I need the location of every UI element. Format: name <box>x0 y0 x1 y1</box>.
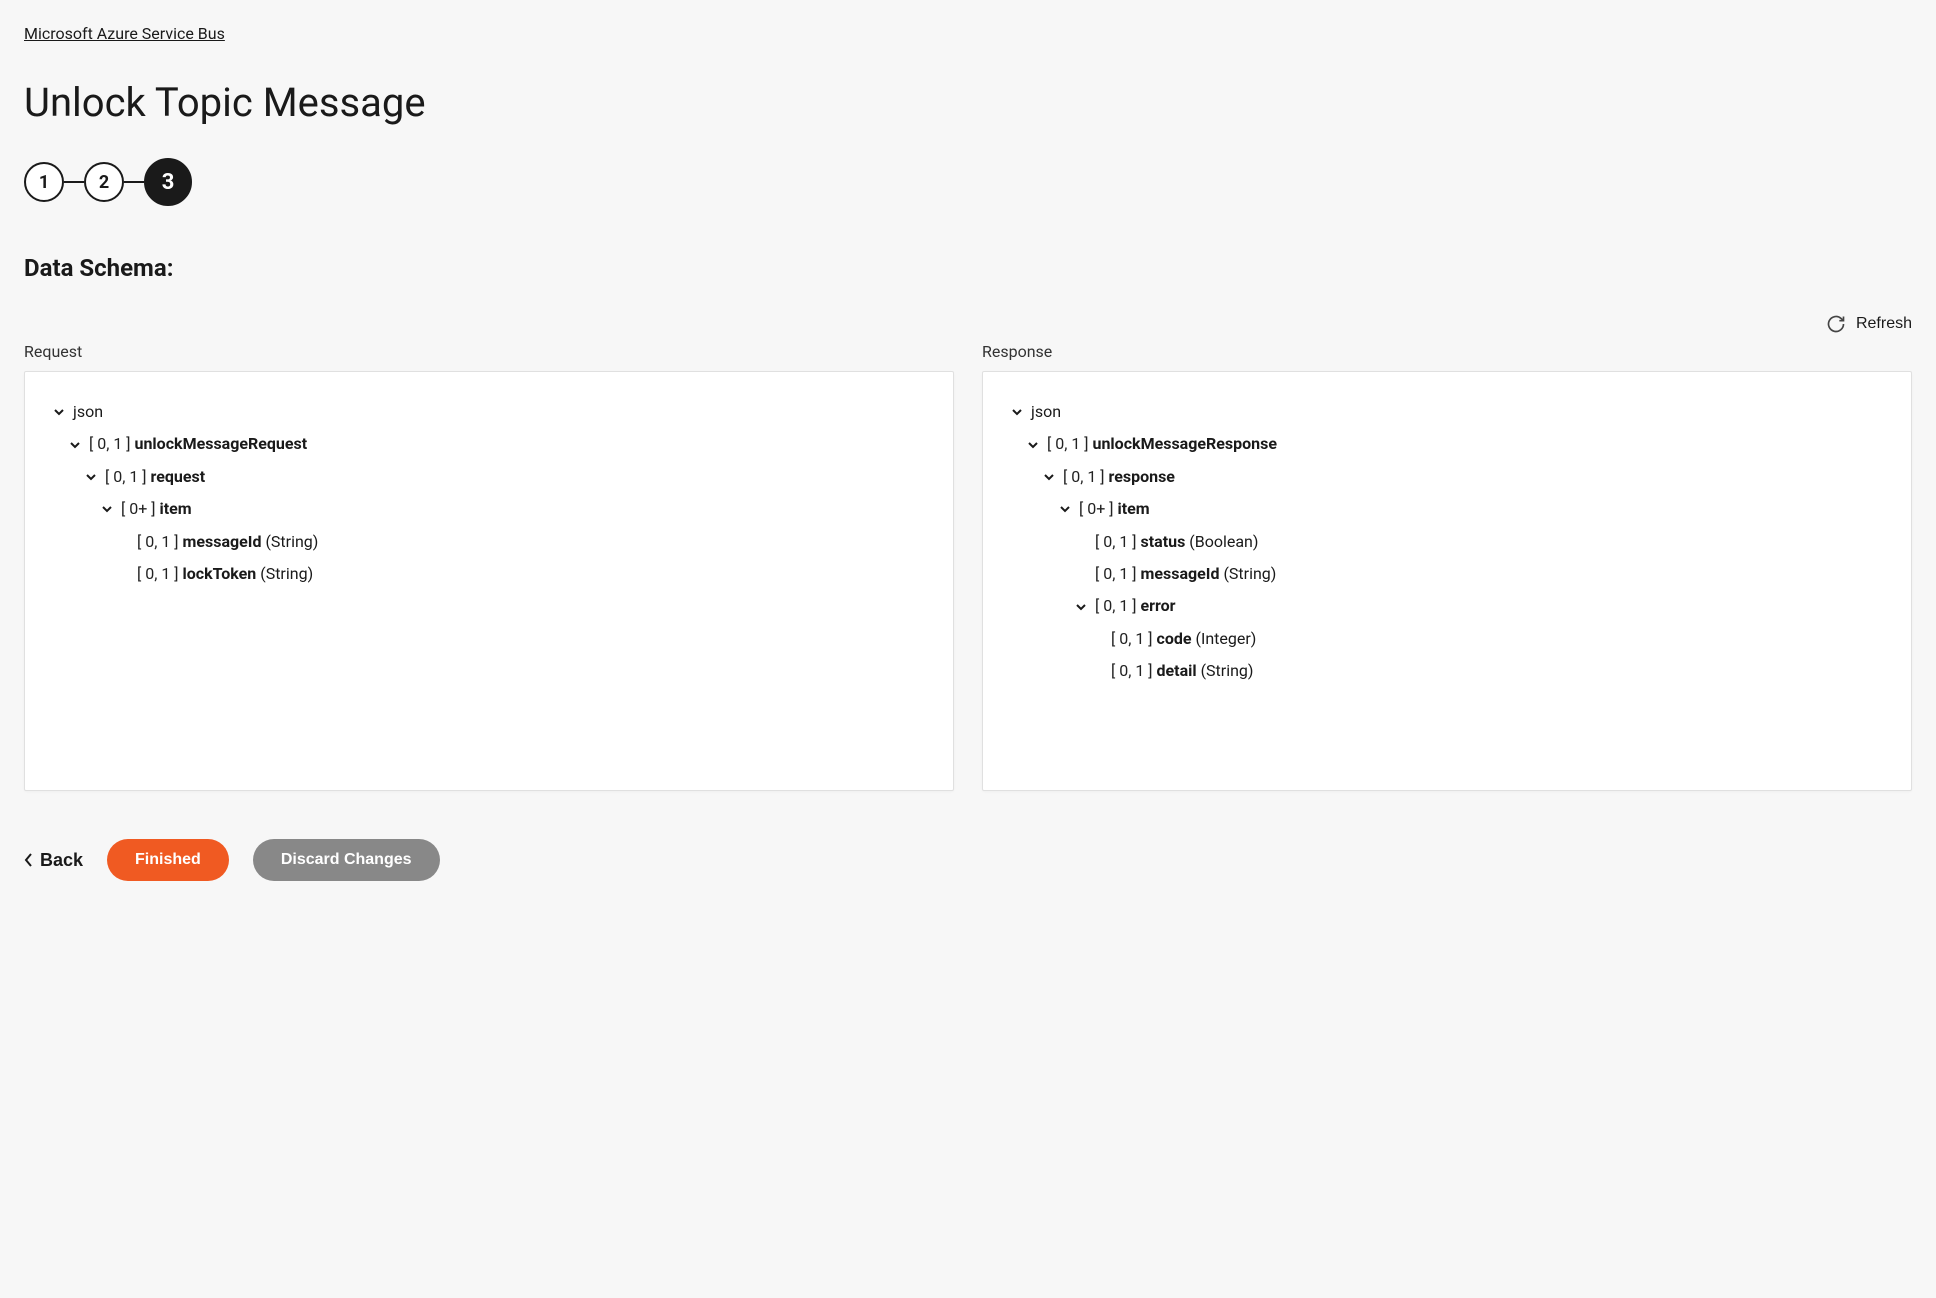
back-label: Back <box>40 850 83 871</box>
tree-node-label: [ 0, 1 ] unlockMessageResponse <box>1047 433 1277 455</box>
chevron-left-icon <box>24 853 34 867</box>
chevron-down-icon[interactable] <box>1075 601 1087 613</box>
tree-node-label: [ 0, 1 ] messageId (String) <box>137 531 318 553</box>
tree-node-label: [ 0, 1 ] response <box>1063 466 1175 488</box>
tree-row: [ 0, 1 ] lockToken (String) <box>53 558 925 590</box>
tree-row[interactable]: [ 0, 1 ] request <box>53 461 925 493</box>
chevron-down-icon[interactable] <box>1059 503 1071 515</box>
chevron-down-icon[interactable] <box>69 439 81 451</box>
chevron-down-icon[interactable] <box>85 471 97 483</box>
tree-node-label: [ 0, 1 ] error <box>1095 595 1176 617</box>
tree-row: [ 0, 1 ] messageId (String) <box>1011 558 1883 590</box>
tree-row: [ 0, 1 ] code (Integer) <box>1011 623 1883 655</box>
tree-row[interactable]: [ 0+ ] item <box>53 493 925 525</box>
tree-node-label: [ 0+ ] item <box>1079 498 1150 520</box>
tree-row: [ 0, 1 ] status (Boolean) <box>1011 526 1883 558</box>
tree-node-label: [ 0, 1 ] lockToken (String) <box>137 563 313 585</box>
tree-row[interactable]: [ 0, 1 ] unlockMessageResponse <box>1011 428 1883 460</box>
chevron-down-icon[interactable] <box>1043 471 1055 483</box>
request-column-label: Request <box>24 342 954 361</box>
refresh-button[interactable]: Refresh <box>1826 314 1912 334</box>
tree-row[interactable]: [ 0, 1 ] response <box>1011 461 1883 493</box>
tree-node-label: [ 0, 1 ] code (Integer) <box>1111 628 1256 650</box>
finished-button[interactable]: Finished <box>107 839 229 881</box>
tree-row[interactable]: [ 0+ ] item <box>1011 493 1883 525</box>
section-title: Data Schema: <box>24 254 1912 282</box>
breadcrumb-link[interactable]: Microsoft Azure Service Bus <box>24 24 225 43</box>
tree-node-label: [ 0, 1 ] messageId (String) <box>1095 563 1276 585</box>
discard-changes-button[interactable]: Discard Changes <box>253 839 440 881</box>
tree-row[interactable]: [ 0, 1 ] unlockMessageRequest <box>53 428 925 460</box>
step-2[interactable]: 2 <box>84 162 124 202</box>
chevron-down-icon[interactable] <box>101 503 113 515</box>
wizard-stepper: 1 2 3 <box>24 158 1912 206</box>
step-connector <box>64 181 84 183</box>
refresh-label: Refresh <box>1856 315 1912 333</box>
tree-node-label: [ 0, 1 ] request <box>105 466 205 488</box>
step-1[interactable]: 1 <box>24 162 64 202</box>
step-connector <box>124 181 144 183</box>
request-panel: json [ 0, 1 ] unlockMessageRequest [ 0, 1 … <box>24 371 954 791</box>
tree-node-label: json <box>1031 401 1061 423</box>
tree-node-label: [ 0, 1 ] status (Boolean) <box>1095 531 1258 553</box>
tree-node-label: [ 0, 1 ] detail (String) <box>1111 660 1253 682</box>
tree-row: [ 0, 1 ] detail (String) <box>1011 655 1883 687</box>
tree-row[interactable]: [ 0, 1 ] error <box>1011 590 1883 622</box>
chevron-down-icon[interactable] <box>1011 406 1023 418</box>
back-button[interactable]: Back <box>24 850 83 871</box>
tree-node-label: [ 0, 1 ] unlockMessageRequest <box>89 433 307 455</box>
request-column: Request json [ 0, 1 ] unlockMessageReques… <box>24 342 954 791</box>
chevron-down-icon[interactable] <box>1027 439 1039 451</box>
response-column-label: Response <box>982 342 1912 361</box>
step-3[interactable]: 3 <box>144 158 192 206</box>
tree-row: [ 0, 1 ] messageId (String) <box>53 526 925 558</box>
tree-row[interactable]: json <box>53 396 925 428</box>
refresh-icon <box>1826 314 1846 334</box>
response-column: Response json [ 0, 1 ] unlockMessageRespo… <box>982 342 1912 791</box>
tree-node-label: json <box>73 401 103 423</box>
chevron-down-icon[interactable] <box>53 406 65 418</box>
tree-node-label: [ 0+ ] item <box>121 498 192 520</box>
response-panel: json [ 0, 1 ] unlockMessageResponse [ 0, 1… <box>982 371 1912 791</box>
footer-actions: Back Finished Discard Changes <box>24 839 1912 881</box>
page-title: Unlock Topic Message <box>24 79 1912 126</box>
tree-row[interactable]: json <box>1011 396 1883 428</box>
